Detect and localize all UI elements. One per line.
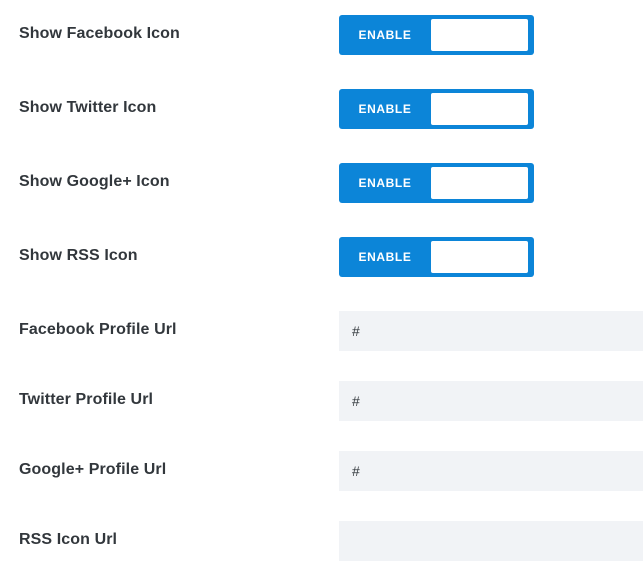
show-facebook-icon-toggle[interactable]: ENABLE [339,15,534,55]
toggle-state-label: ENABLE [358,250,412,264]
toggle-state-label: ENABLE [358,102,412,116]
show-rss-icon-toggle[interactable]: ENABLE [339,237,534,277]
facebook-profile-url-input[interactable] [339,311,643,351]
toggle-knob[interactable] [431,167,528,199]
show-google-plus-icon-label: Show Google+ Icon [19,173,170,190]
show-google-plus-icon-toggle[interactable]: ENABLE [339,163,534,203]
toggle-knob[interactable] [431,93,528,125]
show-rss-icon-label: Show RSS Icon [19,247,138,264]
show-facebook-icon-label: Show Facebook Icon [19,25,180,42]
show-twitter-icon-toggle[interactable]: ENABLE [339,89,534,129]
google-plus-profile-url-input[interactable] [339,451,643,491]
twitter-profile-url-label: Twitter Profile Url [19,391,154,408]
google-plus-profile-url-label: Google+ Profile Url [19,461,167,478]
rss-icon-url-input[interactable] [339,521,643,561]
facebook-profile-url-label: Facebook Profile Url [19,321,177,338]
show-twitter-icon-label: Show Twitter Icon [19,99,157,116]
rss-icon-url-label: RSS Icon Url [19,531,118,548]
toggle-state-label: ENABLE [358,28,412,42]
toggle-knob[interactable] [431,241,528,273]
toggle-state-label: ENABLE [358,176,412,190]
twitter-profile-url-input[interactable] [339,381,643,421]
toggle-knob[interactable] [431,19,528,51]
